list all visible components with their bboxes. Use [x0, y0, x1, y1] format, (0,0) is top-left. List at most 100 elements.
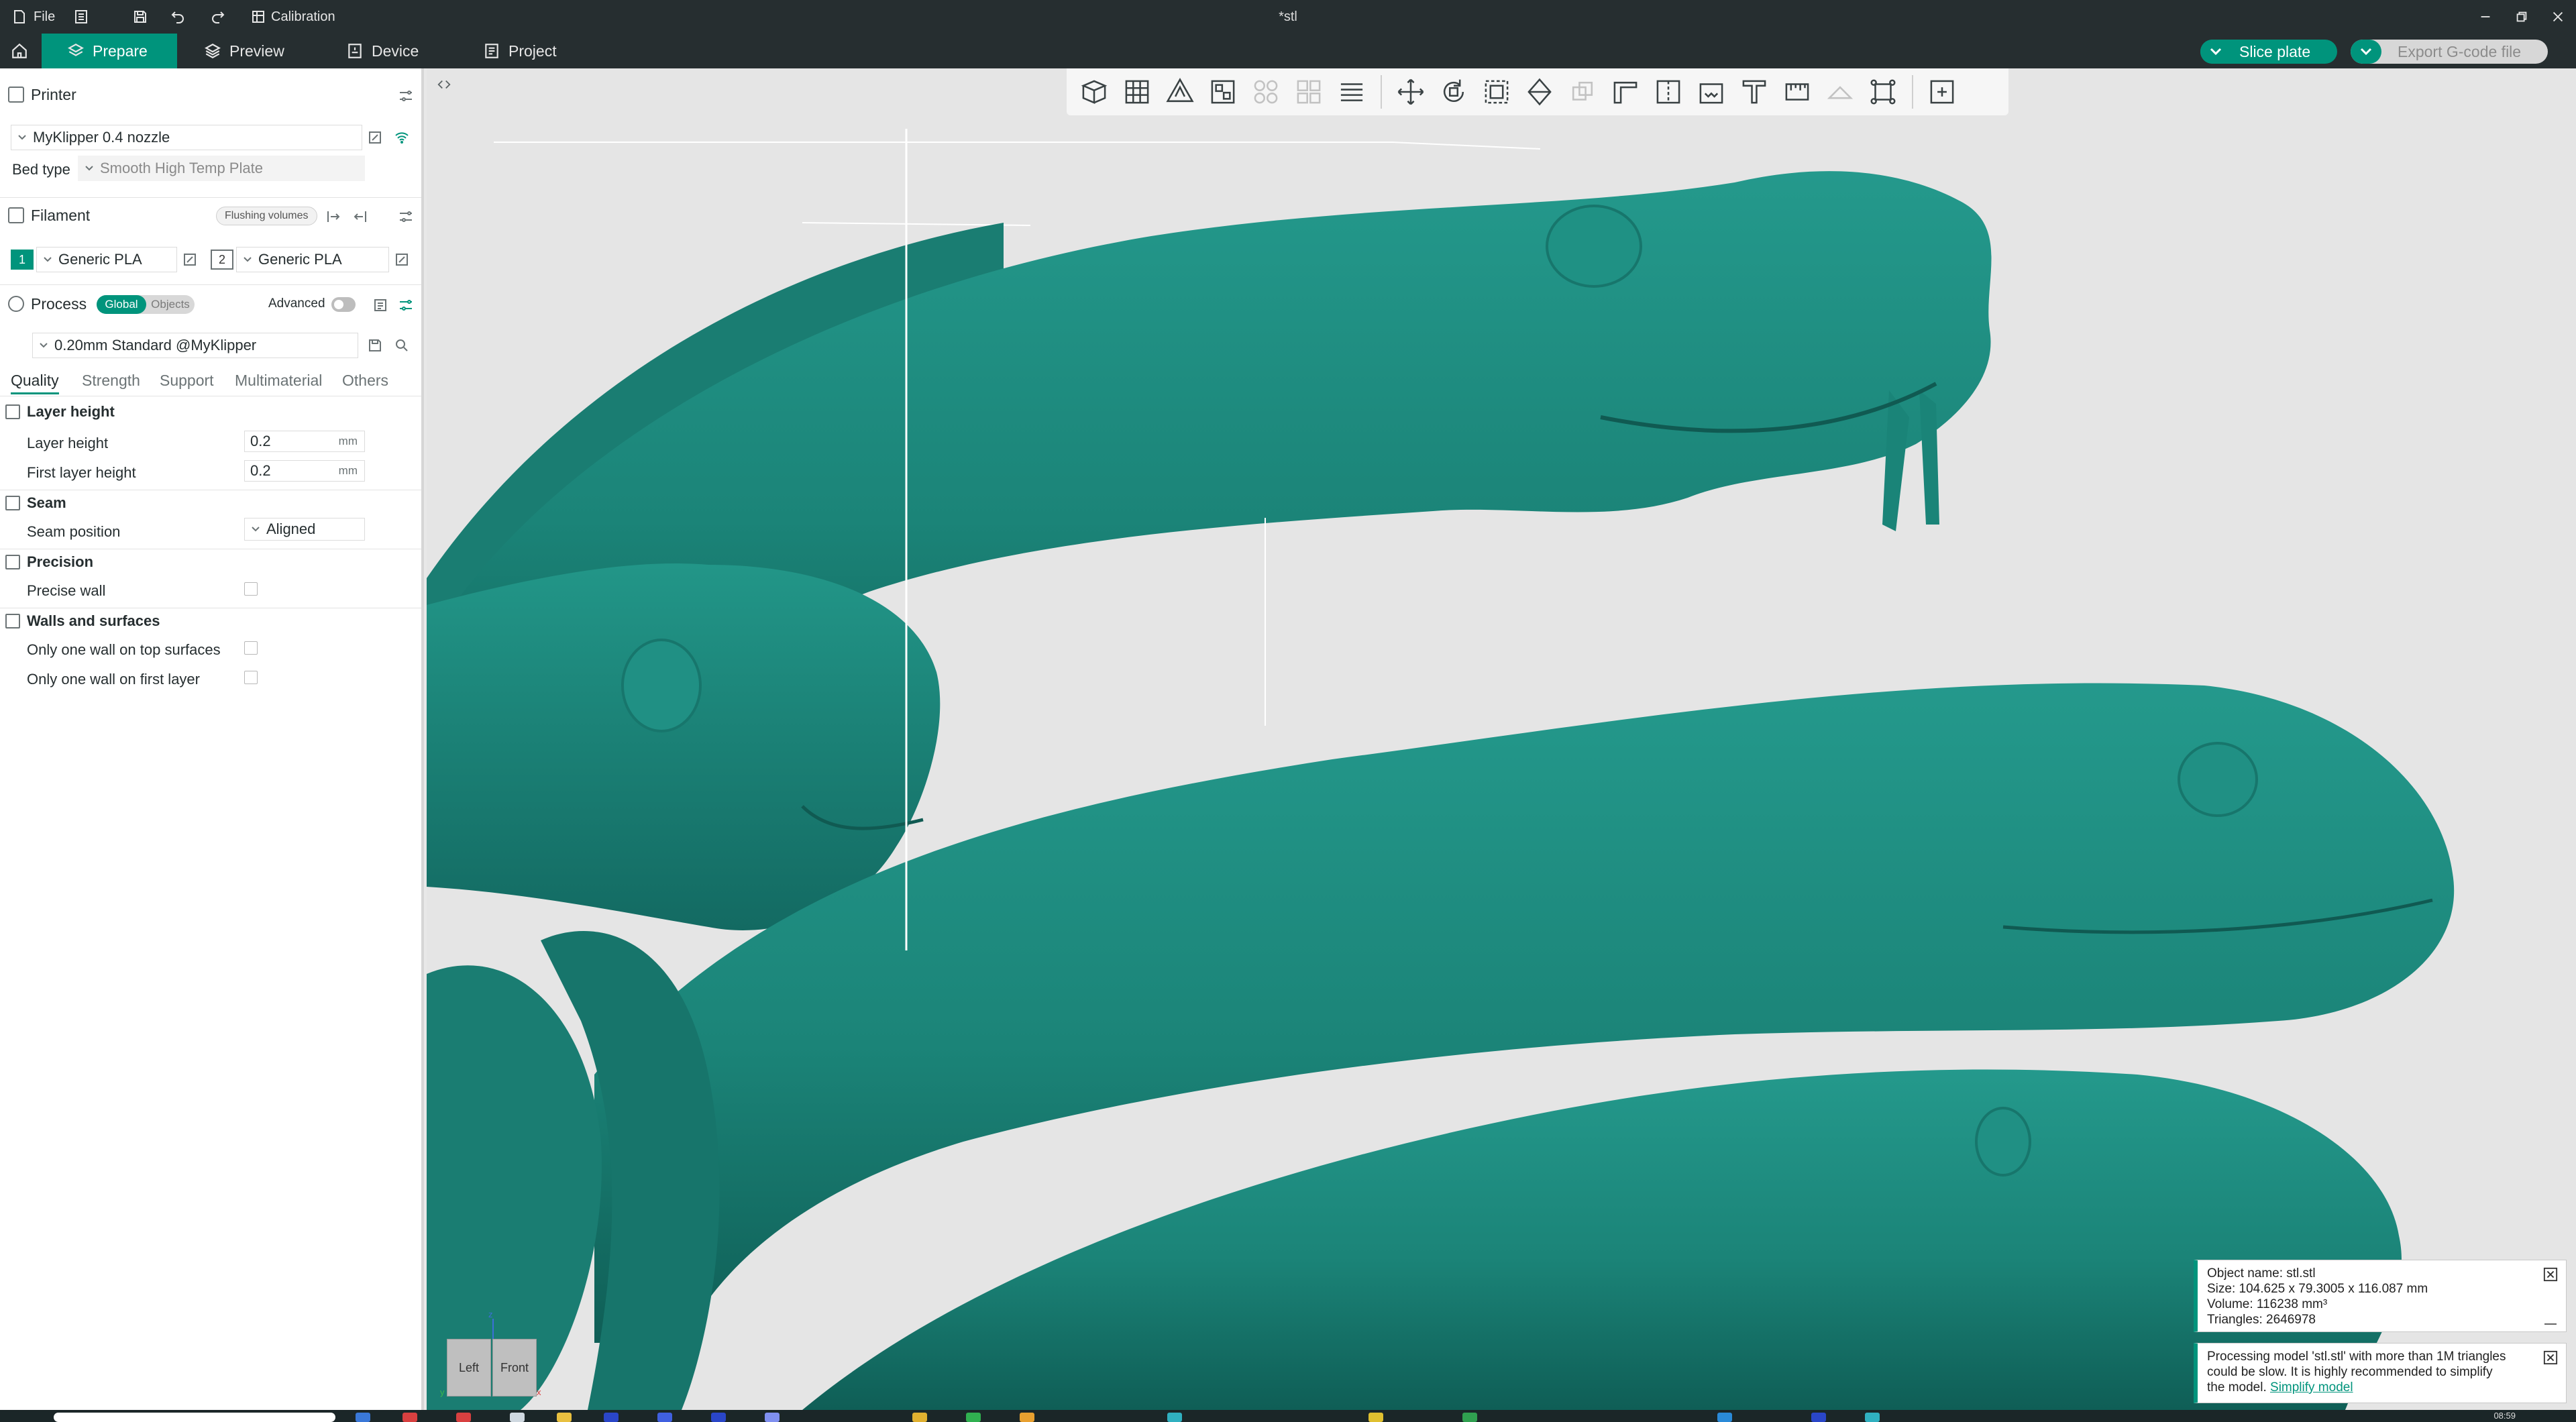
seam-position-select[interactable]: Aligned — [244, 518, 365, 541]
global-toggle-option[interactable]: Global — [97, 295, 146, 314]
seam-paint-tool[interactable] — [1650, 74, 1686, 110]
tab-prepare[interactable]: Prepare — [42, 34, 177, 68]
edit-filament-icon[interactable] — [181, 251, 199, 268]
3d-viewport[interactable]: z Left Front x y Object name: stl.stl Si… — [427, 68, 2576, 1410]
chevron-down-icon[interactable] — [2200, 40, 2231, 64]
move-tool[interactable] — [1393, 74, 1429, 110]
auto-orient-tool[interactable] — [1162, 74, 1198, 110]
brim-ears-tool[interactable] — [1865, 74, 1901, 110]
simplify-model-link[interactable]: Simplify model — [2270, 1380, 2353, 1394]
close-notification-button[interactable] — [2543, 1350, 2558, 1365]
one-wall-top-checkbox[interactable] — [244, 641, 258, 655]
taskbar-app-icon[interactable] — [1865, 1413, 1880, 1422]
support-paint-tool[interactable] — [1607, 74, 1644, 110]
taskbar-app-icon[interactable] — [456, 1413, 471, 1422]
restore-button[interactable] — [2505, 0, 2538, 34]
printer-settings-icon[interactable] — [397, 87, 415, 105]
minimize-notification-icon[interactable] — [2544, 1323, 2557, 1325]
taskbar-app-icon[interactable] — [966, 1413, 981, 1422]
tab-project[interactable]: Project — [470, 34, 570, 68]
arrange-tool[interactable] — [1205, 74, 1241, 110]
save-preset-icon[interactable] — [366, 337, 384, 354]
first-layer-height-input[interactable]: 0.2 mm — [244, 460, 365, 482]
taskbar-app-icon[interactable] — [711, 1413, 726, 1422]
tab-device[interactable]: Device — [333, 34, 432, 68]
add-filament-icon[interactable] — [325, 208, 342, 225]
fuzzy-skin-tool[interactable] — [1693, 74, 1729, 110]
process-preset-select[interactable]: 0.20mm Standard @MyKlipper — [32, 333, 358, 358]
taskbar-app-icon[interactable] — [1368, 1413, 1383, 1422]
edit-filament-icon[interactable] — [393, 251, 411, 268]
global-objects-toggle[interactable]: Global Objects — [97, 295, 195, 314]
assemble-view-tool[interactable] — [1924, 74, 1960, 110]
taskbar-app-icon[interactable] — [1811, 1413, 1826, 1422]
redo-button[interactable] — [209, 0, 227, 34]
undo-button[interactable] — [169, 0, 186, 34]
taskbar-app-icon[interactable] — [1167, 1413, 1182, 1422]
taskbar-app-icon[interactable] — [402, 1413, 417, 1422]
file-menu[interactable]: File — [11, 0, 55, 34]
compare-presets-icon[interactable] — [372, 296, 389, 314]
text-tool[interactable] — [1736, 74, 1772, 110]
export-gcode-button[interactable]: Export G-code file — [2351, 40, 2548, 64]
flushing-volumes-button[interactable]: Flushing volumes — [216, 207, 317, 225]
measure-tool[interactable] — [1779, 74, 1815, 110]
bed-type-select[interactable]: Smooth High Temp Plate — [78, 156, 365, 181]
assembly-tool[interactable] — [1822, 74, 1858, 110]
taskbar-app-icon[interactable] — [912, 1413, 927, 1422]
cut-tool[interactable] — [1564, 74, 1601, 110]
taskbar-clock[interactable]: 08:59 — [2493, 1410, 2516, 1422]
printer-select[interactable]: MyKlipper 0.4 nozzle — [11, 125, 362, 150]
tab-preview[interactable]: Preview — [191, 34, 298, 68]
taskbar-app-icon[interactable] — [356, 1413, 370, 1422]
wifi-icon[interactable] — [393, 129, 411, 146]
lay-on-face-tool[interactable] — [1521, 74, 1558, 110]
filament-1-select[interactable]: Generic PLA — [36, 247, 177, 272]
taskbar-app-icon[interactable] — [1462, 1413, 1477, 1422]
advanced-toggle[interactable] — [331, 297, 356, 312]
slice-plate-button[interactable]: Slice plate — [2200, 40, 2338, 64]
filament-2-select[interactable]: Generic PLA — [236, 247, 389, 272]
cube-face-left[interactable]: Left — [447, 1339, 491, 1397]
taskbar-search-box[interactable] — [54, 1413, 335, 1422]
scale-tool[interactable] — [1479, 74, 1515, 110]
taskbar-app-icon[interactable] — [765, 1413, 780, 1422]
split-objects-tool[interactable] — [1248, 74, 1284, 110]
rotate-tool[interactable] — [1436, 74, 1472, 110]
layer-height-input[interactable]: 0.2 mm — [244, 431, 365, 452]
taskbar-app-icon[interactable] — [557, 1413, 572, 1422]
add-plate-tool[interactable] — [1119, 74, 1155, 110]
precise-wall-checkbox[interactable] — [244, 582, 258, 596]
taskbar-app-icon[interactable] — [604, 1413, 619, 1422]
remove-filament-icon[interactable] — [352, 208, 369, 225]
edit-printer-icon[interactable] — [366, 129, 384, 146]
taskbar-app-icon[interactable] — [1717, 1413, 1732, 1422]
layers-tool[interactable] — [1334, 74, 1370, 110]
tab-others[interactable]: Others — [342, 372, 388, 390]
filament-slot-2-badge[interactable]: 2 — [211, 250, 233, 270]
one-wall-first-checkbox[interactable] — [244, 671, 258, 684]
search-icon[interactable] — [393, 337, 411, 354]
tab-quality[interactable]: Quality — [11, 372, 59, 394]
process-settings-icon[interactable] — [397, 296, 415, 314]
split-parts-tool[interactable] — [1291, 74, 1327, 110]
tab-multimaterial[interactable]: Multimaterial — [235, 372, 322, 390]
document-list-button[interactable] — [72, 0, 90, 34]
minimize-button[interactable] — [2469, 0, 2502, 34]
close-notification-button[interactable] — [2543, 1267, 2558, 1282]
taskbar-app-icon[interactable] — [510, 1413, 525, 1422]
taskbar-app-icon[interactable] — [657, 1413, 672, 1422]
taskbar-app-icon[interactable] — [1020, 1413, 1034, 1422]
cube-face-front[interactable]: Front — [492, 1339, 537, 1397]
close-window-button[interactable] — [2541, 0, 2575, 34]
filament-settings-icon[interactable] — [397, 208, 415, 225]
tab-support[interactable]: Support — [160, 372, 214, 390]
objects-toggle-option[interactable]: Objects — [146, 295, 195, 314]
view-navigation-cube[interactable]: z Left Front x y — [440, 1309, 541, 1397]
calibration-menu[interactable]: Calibration — [250, 0, 335, 34]
chevron-down-icon[interactable] — [2351, 40, 2381, 64]
snake-model[interactable] — [427, 68, 2576, 1410]
tab-strength[interactable]: Strength — [82, 372, 140, 390]
add-object-tool[interactable] — [1076, 74, 1112, 110]
collapse-sidebar-button[interactable] — [432, 72, 456, 97]
